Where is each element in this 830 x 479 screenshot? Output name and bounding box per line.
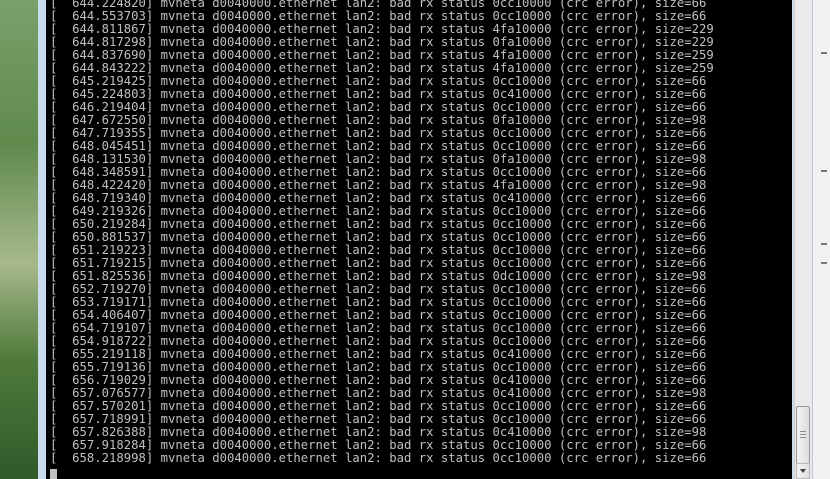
vertical-scrollbar[interactable] — [794, 0, 812, 479]
console-output-area[interactable]: [ 644.224820] mvneta d0040000.ethernet l… — [46, 0, 792, 479]
grip-line-icon — [800, 434, 806, 435]
edge-mark — [821, 170, 827, 172]
grip-line-icon — [800, 431, 806, 432]
text-cursor — [50, 469, 57, 479]
console-log: [ 644.224820] mvneta d0040000.ethernet l… — [50, 0, 714, 465]
edge-mark — [821, 262, 827, 264]
edge-mark — [821, 243, 827, 245]
console-line: [ 658.218998] mvneta d0040000.ethernet l… — [50, 451, 707, 465]
scrollbar-thumb[interactable] — [796, 406, 810, 464]
grip-line-icon — [800, 437, 806, 438]
background-window-edge — [812, 0, 830, 479]
edge-mark — [821, 52, 827, 54]
scroll-down-arrow-icon[interactable] — [796, 463, 810, 479]
